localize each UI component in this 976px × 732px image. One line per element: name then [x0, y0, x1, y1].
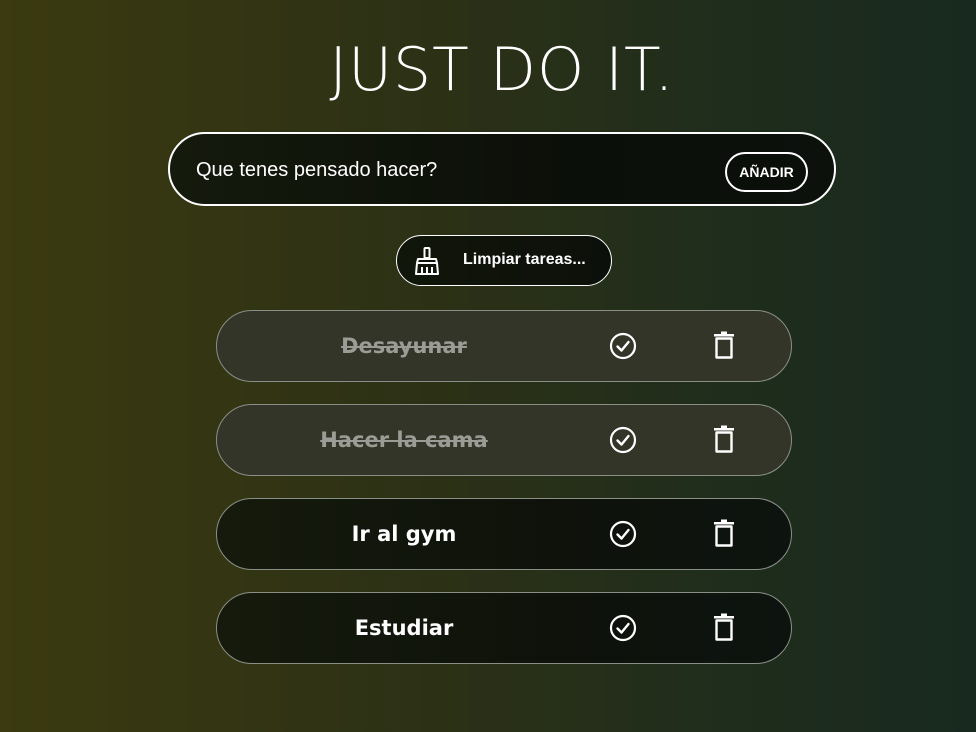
check-circle-icon[interactable]: [609, 614, 637, 642]
new-task-input[interactable]: [196, 154, 716, 186]
task-text: Ir al gym: [351, 522, 457, 546]
check-circle-icon[interactable]: [609, 332, 637, 360]
new-task-form: AÑADIR: [168, 132, 836, 206]
trash-icon[interactable]: [713, 331, 735, 359]
task-item: Hacer la cama: [216, 404, 792, 476]
trash-icon[interactable]: [713, 425, 735, 453]
broom-icon: [415, 247, 439, 275]
task-item: Ir al gym: [216, 498, 792, 570]
page-title: JUST DO IT.: [329, 35, 675, 105]
check-circle-icon[interactable]: [609, 426, 637, 454]
check-circle-icon[interactable]: [609, 520, 637, 548]
task-item: Estudiar: [216, 592, 792, 664]
task-text: Desayunar: [341, 334, 467, 358]
task-item: Desayunar: [216, 310, 792, 382]
task-text: Estudiar: [354, 616, 454, 640]
add-task-button[interactable]: AÑADIR: [725, 152, 808, 192]
clear-tasks-button[interactable]: Limpiar tareas...: [396, 235, 612, 286]
trash-icon[interactable]: [713, 519, 735, 547]
task-text: Hacer la cama: [320, 428, 488, 452]
clear-tasks-label: Limpiar tareas...: [463, 251, 586, 268]
trash-icon[interactable]: [713, 613, 735, 641]
